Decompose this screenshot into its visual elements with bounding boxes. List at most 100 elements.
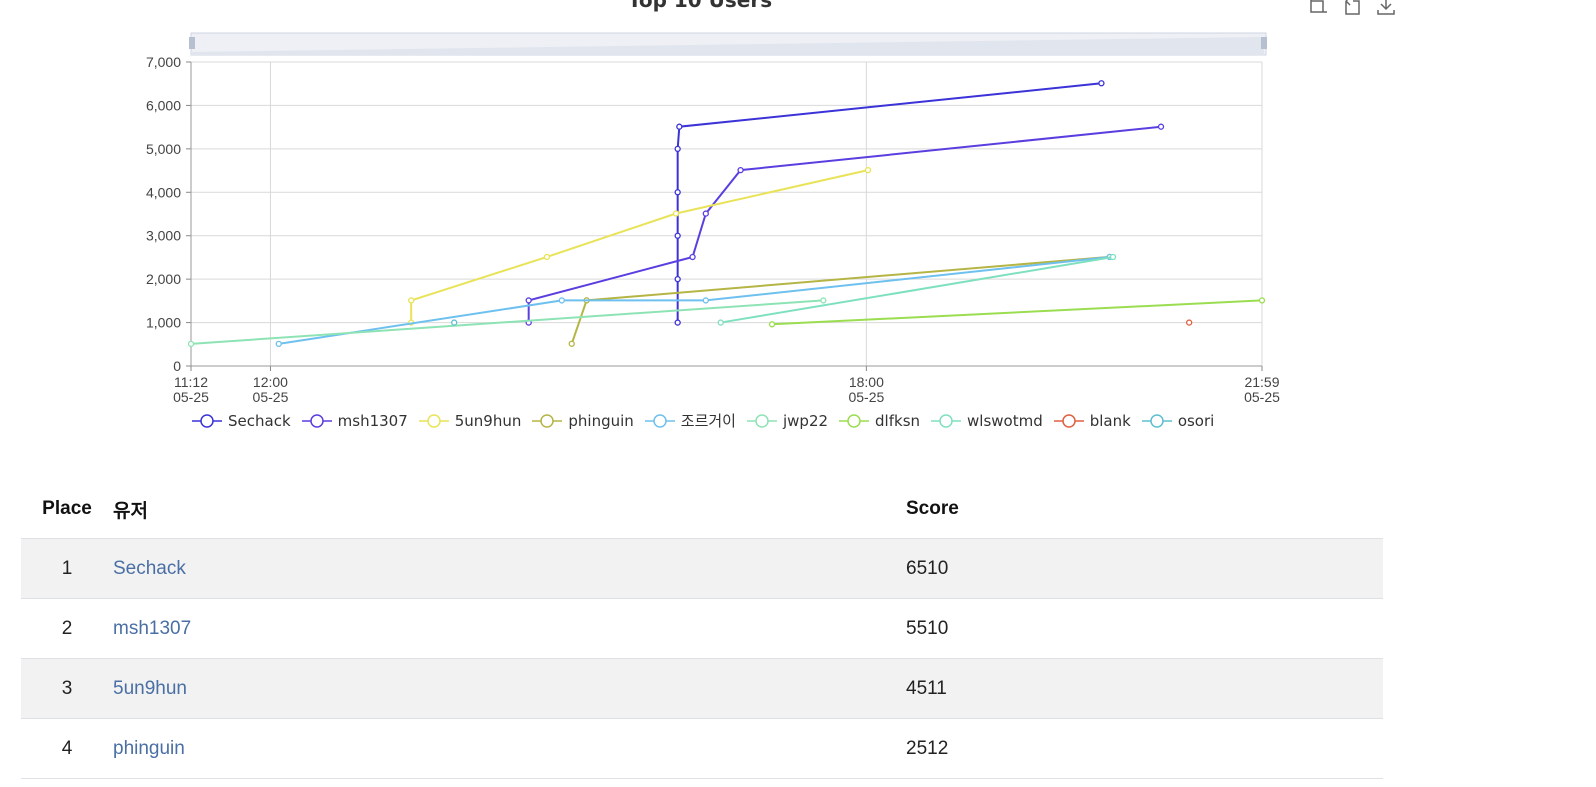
legend-label: blank (1089, 411, 1131, 430)
legend-item[interactable]: msh1307 (301, 410, 408, 431)
data-point (525, 297, 532, 304)
legend-item[interactable]: 조르거이 (644, 410, 736, 431)
x-tick-label: 11:12 (174, 374, 208, 390)
legend-label: msh1307 (337, 411, 408, 430)
ranking-table: Place 유저 Score 1 Sechack 6510 2 msh1307 … (21, 480, 1383, 779)
data-point (674, 145, 681, 153)
x-tick-sublabel: 05-25 (173, 389, 209, 405)
data-point (1109, 253, 1117, 261)
data-point (672, 210, 680, 217)
place-header: Place (21, 480, 113, 539)
y-tick-label: 6,000 (146, 97, 181, 113)
legend-label: phinguin (568, 411, 634, 430)
table-row: 4 phinguin 2512 (21, 718, 1383, 779)
score-cell: 2512 (906, 718, 1383, 779)
data-point (1098, 80, 1105, 87)
score-cell: 5510 (906, 598, 1383, 659)
series-line-조르거이 (278, 256, 1110, 345)
table-header-row: Place 유저 Score (21, 480, 1383, 539)
y-tick-label: 2,000 (146, 271, 181, 287)
place-cell: 2 (21, 598, 113, 659)
legend-marker-icon (931, 413, 962, 428)
y-tick-label: 7,000 (146, 54, 181, 70)
line-chart: 0 1,000 2,000 3,000 4,000 5,000 6,000 7,000 11:1… (146, 32, 1280, 405)
table-row: 1 Sechack 6510 (21, 538, 1383, 599)
x-tick-sublabel: 05-25 (848, 389, 884, 405)
data-point (689, 253, 696, 261)
data-point (568, 340, 575, 347)
legend-label: osori (1177, 411, 1215, 430)
user-link[interactable]: Sechack (113, 558, 186, 579)
data-point (408, 297, 415, 304)
zoom-handle-left (189, 37, 195, 49)
legend-marker-icon (839, 413, 870, 428)
data-point (1186, 319, 1193, 326)
legend-marker-icon (532, 413, 563, 428)
legend-item[interactable]: jwp22 (746, 410, 829, 431)
data-point (820, 297, 827, 304)
x-tick-label: 21:59 (1244, 374, 1279, 390)
table-row: 2 msh1307 5510 (21, 598, 1383, 659)
y-tick-label: 1,000 (146, 315, 181, 331)
legend-marker-icon (644, 413, 675, 428)
legend-item[interactable]: blank (1053, 410, 1131, 431)
legend-label: wlswotmd (967, 411, 1043, 430)
data-point (702, 297, 709, 304)
zoom-handle-right (1261, 37, 1267, 49)
data-point (674, 319, 681, 326)
legend-item[interactable]: Sechack (192, 410, 291, 431)
data-point (1157, 123, 1165, 130)
x-tick-sublabel: 05-25 (1244, 389, 1280, 405)
legend-marker-icon (418, 413, 449, 428)
y-tick-label: 3,000 (146, 228, 181, 244)
table-row: 3 5un9hun 4511 (21, 658, 1383, 719)
chart-legend: Sechack msh1307 5un9hun phinguin 조르거이 jw… (192, 410, 1225, 431)
legend-label: Sechack (228, 411, 291, 430)
legend-item[interactable]: 5un9hun (418, 410, 522, 431)
user-header: 유저 (113, 480, 906, 539)
x-tick-sublabel: 05-25 (253, 389, 289, 405)
series-line-msh1307 (527, 125, 1162, 323)
user-link[interactable]: 5un9hun (113, 678, 187, 699)
data-point (275, 340, 282, 348)
x-tick-label: 18:00 (849, 374, 884, 390)
place-cell: 4 (21, 718, 113, 779)
data-point (702, 210, 709, 217)
legend-item[interactable]: phinguin (532, 410, 634, 431)
data-point (864, 166, 872, 174)
user-link[interactable]: msh1307 (113, 618, 191, 639)
legend-marker-icon (1053, 413, 1084, 428)
user-link[interactable]: phinguin (113, 738, 185, 759)
legend-label: 조르거이 (680, 412, 736, 430)
y-tick-label: 5,000 (146, 141, 181, 157)
y-tick-label: 0 (173, 358, 181, 374)
legend-marker-icon (746, 413, 777, 428)
score-cell: 4511 (906, 658, 1383, 719)
data-point (676, 123, 683, 130)
legend-label: jwp22 (782, 411, 829, 430)
legend-item[interactable]: wlswotmd (931, 410, 1043, 431)
score-header: Score (906, 480, 1383, 539)
data-point (674, 232, 681, 239)
legend-marker-icon (192, 413, 222, 428)
data-point (543, 253, 551, 261)
data-point (558, 297, 565, 304)
legend-marker-icon (301, 413, 332, 428)
chart-area: Top 10 Users 0 1,000 2,000 3,000 4,000 5,000 6… (0, 0, 1596, 450)
legend-label: dlfksn (875, 411, 921, 430)
data-point (717, 319, 724, 326)
data-point (451, 319, 458, 326)
score-cell: 6510 (906, 538, 1383, 599)
x-tick-label: 12:00 (253, 374, 288, 390)
data-point (1258, 297, 1266, 304)
data-point (674, 189, 681, 196)
y-tick-label: 4,000 (146, 184, 181, 200)
legend-label: 5un9hun (454, 411, 522, 430)
place-cell: 1 (21, 538, 113, 599)
data-point (187, 340, 195, 348)
legend-item[interactable]: dlfksn (839, 410, 920, 431)
data-point (737, 166, 744, 174)
legend-item[interactable]: osori (1141, 410, 1215, 431)
data-point (768, 321, 776, 328)
place-cell: 3 (21, 658, 113, 719)
